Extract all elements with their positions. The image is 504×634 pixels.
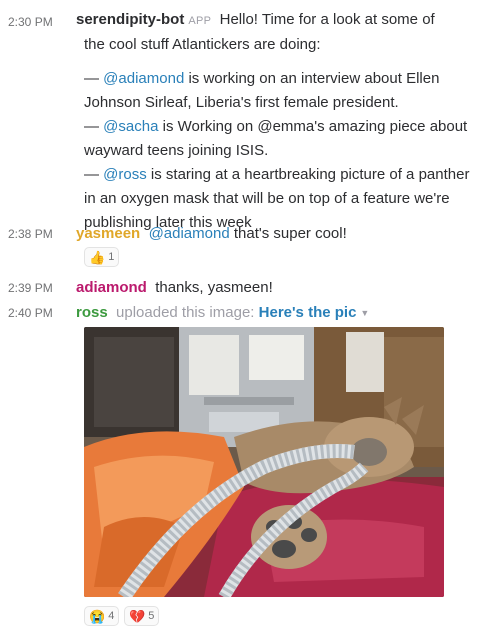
message-text: in an oxygen mask that will be on top of… — [84, 190, 450, 207]
message-text: the cool stuff Atlantickers are doing: — [84, 36, 321, 53]
reaction-count: 5 — [148, 610, 155, 622]
message-text: Hello! Time for a look at some of — [219, 11, 435, 28]
broken-heart-icon: 💔 — [129, 608, 146, 624]
upload-text: uploaded this image: — [116, 304, 255, 321]
message-text: thanks, yasmeen! — [155, 279, 273, 296]
timestamp[interactable]: 2:38 PM — [8, 226, 53, 242]
timestamp[interactable]: 2:40 PM — [8, 305, 53, 321]
timestamp[interactable]: 2:39 PM — [8, 280, 53, 296]
reaction-broken-heart[interactable]: 💔 5 — [124, 606, 160, 626]
message-text: that's super cool! — [229, 225, 347, 242]
message-text: is working on an interview about Ellen — [184, 70, 440, 87]
mention-link[interactable]: @ross — [103, 166, 147, 183]
crying-face-icon: 😭 — [89, 608, 106, 624]
message-text: Johnson Sirleaf, Liberia's first female … — [84, 94, 399, 111]
chevron-down-icon[interactable]: ▼ — [360, 308, 369, 318]
message-text: is staring at a heartbreaking picture of… — [146, 166, 470, 183]
uploaded-image[interactable] — [84, 327, 444, 597]
mention-link[interactable]: @adiamond — [103, 70, 184, 87]
oxygen-mask — [351, 438, 387, 466]
author-name[interactable]: ross — [76, 304, 108, 321]
list-dash: — — [84, 70, 104, 87]
reaction-thumbs-up[interactable]: 👍 1 — [84, 247, 120, 267]
reaction-count: 1 — [108, 251, 115, 263]
author-name[interactable]: serendipity-bot — [76, 11, 184, 28]
message-text: wayward teens joining ISIS. — [84, 142, 269, 159]
list-dash: — — [84, 166, 104, 183]
timestamp[interactable]: 2:30 PM — [8, 14, 53, 30]
author-name[interactable]: adiamond — [76, 279, 147, 296]
mention-link[interactable]: @adiamond — [149, 225, 230, 242]
reaction-crying[interactable]: 😭 4 — [84, 606, 120, 626]
mention-link[interactable]: @sacha — [103, 118, 158, 135]
author-name[interactable]: yasmeen — [76, 225, 140, 242]
app-badge: APP — [188, 15, 212, 27]
file-title-link[interactable]: Here's the pic — [259, 304, 357, 321]
list-dash: — — [84, 118, 104, 135]
panther-photo — [84, 327, 444, 597]
message-text: is Working on @emma's amazing piece abou… — [158, 118, 468, 135]
thumbs-up-icon: 👍 — [89, 249, 106, 265]
reaction-count: 4 — [108, 610, 115, 622]
